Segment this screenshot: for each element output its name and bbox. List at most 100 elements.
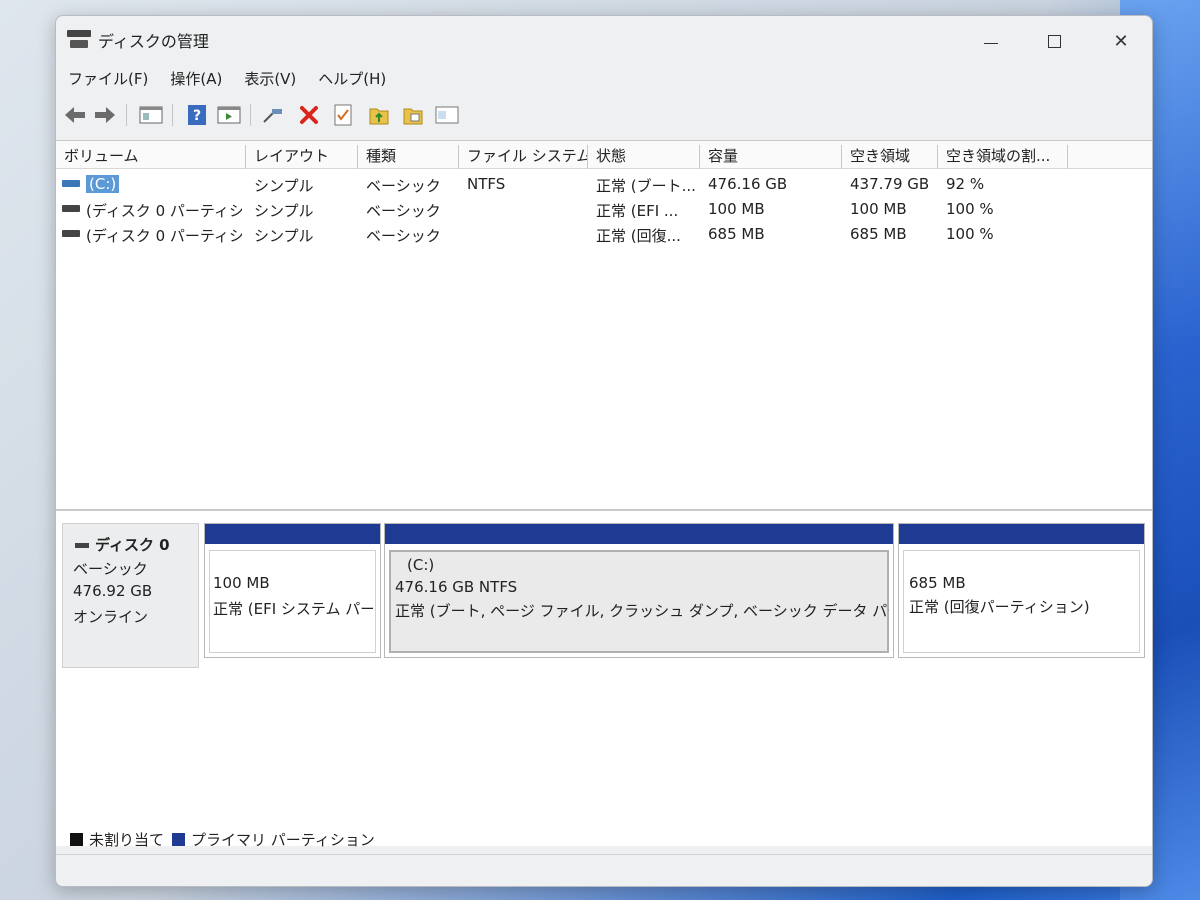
cell-layout: シンプル bbox=[254, 227, 314, 245]
delete-icon bbox=[300, 106, 318, 124]
window-title: ディスクの管理 bbox=[98, 32, 209, 51]
cell-capacity: 476.16 GB bbox=[708, 175, 788, 193]
unallocated-swatch bbox=[70, 832, 83, 846]
cell-filesystem: NTFS bbox=[467, 175, 506, 193]
disk-state: オンライン bbox=[73, 608, 149, 626]
maximize-button[interactable] bbox=[1034, 28, 1074, 54]
console-tree-button[interactable] bbox=[138, 102, 164, 128]
table-row[interactable]: (ディスク 0 パーティショ... シンプル ベーシック 正常 (EFI ...… bbox=[56, 198, 1152, 223]
column-type[interactable]: 種類 bbox=[358, 145, 459, 169]
folder-export-icon bbox=[403, 108, 423, 125]
forward-icon bbox=[95, 107, 115, 123]
partition-status: 正常 (回復パーティション) bbox=[909, 598, 1090, 616]
drive-icon bbox=[62, 180, 80, 187]
drive-icon bbox=[62, 205, 80, 212]
volume-name: (ディスク 0 パーティショ... bbox=[86, 202, 242, 220]
column-capacity[interactable]: 容量 bbox=[700, 145, 842, 169]
properties-button[interactable] bbox=[330, 102, 356, 128]
menu-view[interactable]: 表示(V) bbox=[244, 66, 296, 92]
volume-name: (C:) bbox=[86, 175, 120, 193]
partition-status: 正常 (EFI システム パーティション) bbox=[213, 600, 373, 618]
cell-free-space: 685 MB bbox=[850, 225, 907, 243]
disk-info-box[interactable]: ディスク 0 ベーシック 476.92 GB オンライン bbox=[62, 523, 199, 668]
folder-up-icon bbox=[369, 108, 389, 125]
primary-partition-stripe bbox=[205, 524, 380, 544]
cell-type: ベーシック bbox=[366, 202, 441, 220]
volume-list: ボリューム レイアウト 種類 ファイル システム 状態 容量 空き領域 空き領域… bbox=[56, 140, 1152, 510]
drive-icon bbox=[62, 230, 80, 237]
menu-bar: ファイル(F) 操作(A) 表示(V) ヘルプ(H) bbox=[56, 66, 1152, 92]
partition-size: 476.16 GB NTFS bbox=[395, 578, 518, 596]
partition-label: (C:) bbox=[407, 556, 435, 574]
volume-list-header: ボリューム レイアウト 種類 ファイル システム 状態 容量 空き領域 空き領域… bbox=[56, 141, 1152, 169]
title-bar[interactable]: ディスクの管理 ✕ bbox=[56, 16, 1152, 66]
disk-type: ベーシック bbox=[73, 560, 148, 578]
disk-management-window: ディスクの管理 ✕ ファイル(F) 操作(A) 表示(V) ヘルプ(H) ? ボ… bbox=[55, 15, 1153, 887]
folder-up-button[interactable] bbox=[366, 102, 392, 128]
connect-icon bbox=[263, 109, 282, 123]
column-filesystem[interactable]: ファイル システム bbox=[459, 145, 588, 169]
help-icon: ? bbox=[188, 105, 206, 125]
menu-file[interactable]: ファイル(F) bbox=[68, 66, 148, 92]
cell-layout: シンプル bbox=[254, 177, 314, 195]
partition-size: 685 MB bbox=[909, 574, 966, 592]
partition-efi[interactable]: 100 MB 正常 (EFI システム パーティション) bbox=[204, 523, 381, 658]
menu-action[interactable]: 操作(A) bbox=[170, 66, 222, 92]
back-icon bbox=[65, 107, 85, 123]
disk-graphical-view: ディスク 0 ベーシック 476.92 GB オンライン 100 MB 正常 (… bbox=[56, 510, 1152, 846]
show-pane-icon bbox=[217, 106, 241, 124]
column-free-space[interactable]: 空き領域 bbox=[842, 145, 938, 169]
toolbar-separator bbox=[126, 104, 127, 126]
close-button[interactable]: ✕ bbox=[1101, 28, 1141, 54]
column-volume[interactable]: ボリューム bbox=[56, 145, 246, 169]
disk-management-icon bbox=[67, 30, 91, 50]
connect-button[interactable] bbox=[260, 102, 286, 128]
disk-size: 476.92 GB bbox=[73, 582, 153, 600]
cell-capacity: 685 MB bbox=[708, 225, 765, 243]
partition-size: 100 MB bbox=[213, 574, 270, 592]
cell-free-percent: 92 % bbox=[946, 175, 985, 193]
table-row[interactable]: (ディスク 0 パーティショ... シンプル ベーシック 正常 (回復... 6… bbox=[56, 223, 1152, 248]
legend-unallocated: 未割り当て bbox=[89, 830, 165, 849]
minimize-button[interactable] bbox=[971, 28, 1011, 54]
legend: 未割り当て プライマリ パーティション bbox=[70, 828, 375, 850]
primary-partition-swatch bbox=[172, 832, 186, 846]
svg-text:?: ? bbox=[193, 108, 201, 124]
console-tree-icon bbox=[139, 106, 163, 124]
legend-primary: プライマリ パーティション bbox=[191, 830, 375, 849]
menu-help[interactable]: ヘルプ(H) bbox=[318, 66, 386, 92]
cell-capacity: 100 MB bbox=[708, 200, 765, 218]
volume-name: (ディスク 0 パーティショ... bbox=[86, 227, 242, 245]
column-free-percent[interactable]: 空き領域の割... bbox=[938, 145, 1068, 169]
window-icon bbox=[435, 106, 459, 124]
cell-free-percent: 100 % bbox=[946, 225, 994, 243]
column-status[interactable]: 状態 bbox=[588, 145, 700, 169]
toolbar: ? bbox=[56, 98, 1152, 132]
properties-icon bbox=[334, 104, 352, 126]
toolbar-separator bbox=[250, 104, 251, 126]
cell-free-space: 437.79 GB bbox=[850, 175, 930, 193]
forward-button[interactable] bbox=[92, 102, 118, 128]
cell-type: ベーシック bbox=[366, 227, 441, 245]
back-button[interactable] bbox=[62, 102, 88, 128]
column-layout[interactable]: レイアウト bbox=[246, 145, 358, 169]
cell-free-percent: 100 % bbox=[946, 200, 994, 218]
maximize-icon bbox=[1047, 34, 1061, 48]
show-pane-button[interactable] bbox=[216, 102, 242, 128]
toolbar-separator bbox=[172, 104, 173, 126]
help-button[interactable]: ? bbox=[184, 102, 210, 128]
primary-partition-stripe bbox=[385, 524, 893, 544]
delete-button[interactable] bbox=[296, 102, 322, 128]
window-button[interactable] bbox=[434, 102, 460, 128]
partition-c[interactable]: (C:) 476.16 GB NTFS 正常 (ブート, ページ ファイル, ク… bbox=[384, 523, 894, 658]
table-row[interactable]: (C:) シンプル ベーシック NTFS 正常 (ブート... 476.16 G… bbox=[56, 173, 1152, 198]
folder-export-button[interactable] bbox=[400, 102, 426, 128]
cell-status: 正常 (回復... bbox=[596, 227, 681, 245]
partition-recovery[interactable]: 685 MB 正常 (回復パーティション) bbox=[898, 523, 1145, 658]
cell-layout: シンプル bbox=[254, 202, 314, 220]
primary-partition-stripe bbox=[899, 524, 1144, 544]
cell-status: 正常 (EFI ... bbox=[596, 202, 679, 220]
partition-status: 正常 (ブート, ページ ファイル, クラッシュ ダンプ, ベーシック データ … bbox=[395, 602, 889, 620]
close-icon: ✕ bbox=[1113, 30, 1129, 52]
status-bar bbox=[56, 854, 1152, 886]
